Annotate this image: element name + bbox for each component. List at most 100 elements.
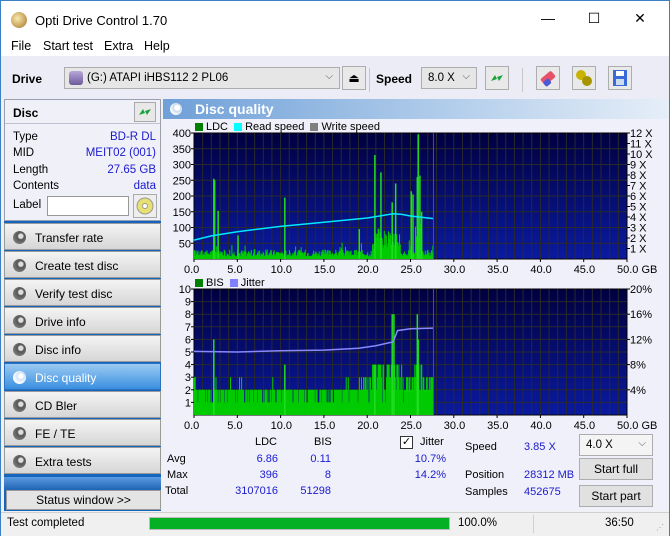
status-bar: Test completed 100.0% 36:50 ⋰ [1, 512, 669, 536]
label-disc-button[interactable] [133, 194, 157, 218]
drive-label: Drive [12, 72, 43, 86]
disc-icon [136, 197, 154, 215]
resize-grip-icon[interactable]: ⋰ [656, 523, 664, 532]
nav-drive-info[interactable]: Drive info [4, 307, 161, 334]
nav-verify-test-disc[interactable]: Verify test disc [4, 279, 161, 306]
y2-tick-label: 20% [630, 285, 652, 296]
nav-transfer-rate[interactable]: Transfer rate [4, 223, 161, 250]
left-panel: Disc Type BD-R DL MID MEIT02 (001) Length 2… [4, 99, 161, 511]
y-tick-label: 6 [185, 334, 191, 346]
avg-jitter: 10.7% [414, 453, 446, 465]
bar-spike [420, 211, 423, 259]
y-tick-label: 1 [185, 397, 191, 409]
bar-spike [213, 180, 216, 259]
bar-spike [417, 134, 419, 259]
bar-spike [410, 191, 412, 259]
nav-disc-info[interactable]: Disc info [4, 335, 161, 362]
window-title: Opti Drive Control 1.70 [35, 13, 168, 28]
eraser-icon [540, 71, 556, 87]
row-label-total: Total [165, 485, 189, 497]
x-tick-label: 45.0 [574, 264, 595, 274]
erase-button[interactable] [536, 66, 560, 90]
nav-extra-tests[interactable]: Extra tests [4, 447, 161, 474]
speed-value: 3.85 X [524, 441, 556, 453]
x-tick-label: 0.0 [184, 420, 199, 430]
x-tick-label: 20.0 [357, 420, 378, 430]
y-tick-label: 350 [173, 144, 191, 156]
chevron-down-icon: ⌵ [462, 71, 470, 82]
cd-bler-icon [13, 399, 26, 412]
title-bar: Opti Drive Control 1.70 — ☐ ✕ [1, 1, 669, 35]
x-tick-label: 10.0 [271, 420, 292, 430]
test-speed-select[interactable]: 4.0 X ⌵ [579, 434, 653, 456]
nav-disc-quality[interactable]: Disc quality [4, 363, 161, 390]
label-input[interactable] [47, 196, 129, 216]
y-tick-label: 8 [185, 309, 191, 321]
bar-spike [284, 364, 286, 415]
col-header-bis: BIS [314, 436, 332, 448]
nav-fe-te[interactable]: FE / TE [4, 419, 161, 446]
y-tick-label: 4 [185, 360, 191, 372]
menu-start-test[interactable]: Start test [43, 39, 93, 53]
settings-button[interactable] [572, 66, 596, 90]
start-full-button[interactable]: Start full [579, 458, 653, 480]
progress-bar [149, 517, 450, 530]
bis-chart: 10987654321 20% 16% 12% 8% 4% 0.0 5.0 10.0 15.0 20… [179, 285, 658, 430]
status-window-button[interactable]: Status window >> [6, 490, 161, 510]
bar-spike [394, 183, 397, 259]
start-part-button[interactable]: Start part [579, 485, 653, 507]
y-tick-label: 3 [185, 372, 191, 384]
toolbar-separator [522, 68, 523, 92]
refresh-arrows-icon [139, 109, 151, 115]
jitter-checkbox[interactable]: ✓ [400, 436, 413, 449]
avg-ldc: 6.86 [256, 453, 278, 465]
y2-tick-label: 4% [630, 385, 646, 397]
bar-spike [412, 194, 414, 259]
disc-info-box: Disc Type BD-R DL MID MEIT02 (001) Length 2… [4, 99, 161, 221]
save-button[interactable] [608, 66, 632, 90]
speed-select[interactable]: 8.0 X ⌵ [421, 67, 477, 89]
x-tick-label: 50.0 GB [617, 420, 657, 430]
bar-spike [374, 155, 376, 259]
x-tick-label: 25.0 [401, 264, 422, 274]
progress-fill [150, 518, 449, 529]
refresh-button[interactable] [485, 66, 509, 90]
drive-icon [69, 71, 83, 85]
y-tick-label: 250 [173, 175, 191, 187]
x-tick-label: 5.0 [227, 264, 242, 274]
close-button[interactable]: ✕ [617, 1, 663, 35]
menu-extra[interactable]: Extra [104, 39, 133, 53]
maximize-button[interactable]: ☐ [571, 1, 617, 35]
bar-spike [213, 352, 215, 415]
y-tick-label: 9 [185, 297, 191, 309]
gears-icon [576, 70, 592, 86]
x-tick-label: 0.0 [184, 264, 199, 274]
bar-spike [358, 229, 361, 259]
y2-tick-label: 8% [630, 360, 646, 372]
nav-cd-bler[interactable]: CD Bler [4, 391, 161, 418]
drive-select-value: (G:) ATAPI iHBS112 2 PL06 [87, 72, 229, 84]
app-window: Opti Drive Control 1.70 — ☐ ✕ File Start… [0, 0, 670, 536]
verify-disc-icon [13, 287, 26, 300]
eject-button[interactable]: ⏏ [342, 66, 366, 90]
bar-spike [417, 339, 419, 415]
minimize-button[interactable]: — [525, 1, 571, 35]
y-tick-label: 2 [185, 385, 191, 397]
chevron-down-icon: ⌵ [638, 438, 646, 449]
refresh-arrows-icon [491, 75, 503, 81]
disc-refresh-button[interactable] [134, 102, 156, 122]
nav-create-test-disc[interactable]: Create test disc [4, 251, 161, 278]
status-text: Test completed [7, 517, 85, 529]
x-tick-label: 30.0 [444, 420, 465, 430]
menu-help[interactable]: Help [144, 39, 170, 53]
position-label: Position [465, 469, 505, 481]
y-tick-label: 400 [173, 129, 191, 140]
disc-header: Disc [5, 100, 160, 124]
app-icon [11, 12, 27, 28]
y2-tick-label: 12% [630, 334, 652, 346]
x-tick-label: 35.0 [487, 264, 508, 274]
x-tick-label: 40.0 [530, 264, 551, 274]
panel-title: Disc quality [195, 101, 274, 117]
menu-file[interactable]: File [11, 39, 31, 53]
drive-select[interactable]: (G:) ATAPI iHBS112 2 PL06 ⌵ [64, 67, 340, 89]
